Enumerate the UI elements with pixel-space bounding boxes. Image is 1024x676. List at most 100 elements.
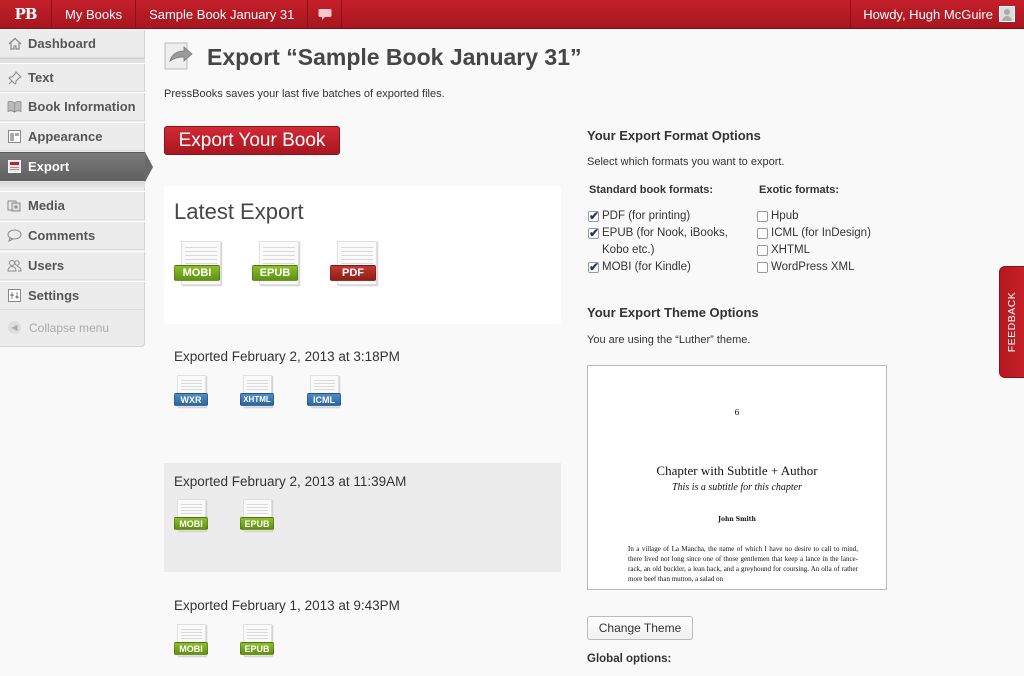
mobi-label: MOBI — [174, 642, 208, 655]
export-batch: Exported February 2, 2013 at 3:18PM WXR … — [164, 337, 561, 463]
wxr-download[interactable]: WXR — [174, 375, 208, 417]
checkbox-label: Hpub — [771, 210, 799, 222]
checkbox-label: XHTML — [771, 244, 810, 256]
preview-page-number: 6 — [734, 408, 740, 417]
mobi-label: MOBI — [174, 265, 220, 281]
mobi-label: MOBI — [174, 517, 208, 530]
preview-subtitle: This is a subtitle for this chapter — [671, 482, 802, 493]
exotic-formats-heading: Exotic formats: — [759, 184, 840, 196]
latest-export-panel: Latest Export MOBI EPUB PDF — [164, 186, 561, 324]
checkbox-checked[interactable] — [588, 225, 599, 242]
book-icon — [6, 99, 23, 114]
xhtml-label: XHTML — [240, 393, 274, 406]
export-date: Exported February 2, 2013 at 11:39AM — [174, 474, 407, 489]
epub-label: EPUB — [240, 642, 274, 655]
xhtml-download[interactable]: XHTML — [240, 375, 274, 417]
checkbox-unchecked[interactable] — [757, 262, 768, 273]
current-book-link[interactable]: Sample Book January 31 — [136, 0, 309, 28]
my-books-link[interactable]: My Books — [52, 0, 137, 28]
epub-label: EPUB — [240, 517, 274, 530]
admin-bar: PB My Books Sample Book January 31 Howdy… — [0, 0, 1024, 29]
user-account-menu[interactable]: Howdy, Hugh McGuire — [850, 0, 1024, 28]
users-icon — [6, 258, 23, 273]
sidebar-item-label: Dashboard — [28, 36, 96, 51]
preview-author: John Smith — [718, 516, 756, 523]
sidebar-item-label: Book Information — [28, 99, 136, 114]
mobi-format-checkbox[interactable]: MOBI (for Kindle) — [588, 259, 748, 276]
mobi-download[interactable]: MOBI — [174, 499, 208, 541]
pdf-download[interactable]: PDF — [330, 241, 377, 285]
xhtml-format-checkbox[interactable]: XHTML — [757, 242, 810, 259]
howdy-text: Howdy, Hugh McGuire — [863, 6, 993, 22]
sidebar-item-book-information[interactable]: Book Information — [0, 92, 145, 121]
checkbox-label: WordPress XML — [771, 261, 855, 273]
sidebar-item-label: Media — [28, 198, 65, 213]
sidebar-item-label: Settings — [28, 288, 80, 303]
pin-icon — [6, 70, 23, 85]
icml-download[interactable]: ICML — [307, 375, 341, 417]
checkbox-label: ICML (for InDesign) — [771, 227, 871, 239]
sidebar-item-comments[interactable]: Comments — [0, 221, 145, 250]
collapse-menu-label: Collapse menu — [29, 320, 110, 335]
pressbooks-logo[interactable]: PB — [0, 0, 52, 28]
sidebar-item-label: Text — [28, 70, 54, 85]
format-options-desc: Select which formats you want to export. — [587, 156, 785, 168]
home-icon — [6, 36, 23, 51]
sidebar-item-settings[interactable]: Settings — [0, 281, 145, 310]
epub-label: EPUB — [252, 265, 298, 281]
checkbox-label: MOBI (for Kindle) — [602, 261, 691, 273]
checkbox-label: PDF (for printing) — [602, 210, 691, 222]
epub-download[interactable]: EPUB — [240, 624, 274, 666]
epub-download[interactable]: EPUB — [252, 241, 299, 285]
export-icon — [6, 159, 23, 174]
pdf-label: PDF — [330, 265, 376, 281]
preview-body-text: In a village of La Mancha, the name of w… — [628, 545, 858, 583]
settings-icon — [6, 288, 23, 303]
layout-icon — [6, 129, 23, 144]
comment-icon — [6, 228, 23, 243]
format-options-heading: Your Export Format Options — [587, 128, 761, 143]
media-icon — [6, 198, 23, 213]
theme-preview: 6 Chapter with Subtitle + Author This is… — [587, 365, 887, 590]
mobi-download[interactable]: MOBI — [174, 241, 221, 285]
epub-format-checkbox[interactable]: EPUB (for Nook, iBooks, Kobo etc.) — [588, 225, 748, 259]
export-batch: Exported February 1, 2013 at 9:43PM MOBI… — [164, 585, 561, 676]
checkbox-label: EPUB (for Nook, iBooks, Kobo etc.) — [602, 227, 728, 256]
feedback-tab[interactable]: FEEDBACK — [999, 266, 1024, 378]
checkbox-unchecked[interactable] — [757, 211, 768, 222]
page-intro: PressBooks saves your last five batches … — [164, 88, 445, 100]
sidebar-item-label: Users — [28, 258, 65, 273]
icml-label: ICML — [307, 393, 341, 406]
icml-format-checkbox[interactable]: ICML (for InDesign) — [757, 225, 871, 242]
sidebar-item-label: Comments — [28, 228, 96, 243]
export-your-book-button[interactable]: Export Your Book — [164, 126, 340, 155]
standard-formats-heading: Standard book formats: — [589, 184, 714, 196]
sidebar-item-users[interactable]: Users — [0, 251, 145, 280]
speech-bubble-icon[interactable] — [308, 0, 343, 28]
sidebar-item-appearance[interactable]: Appearance — [0, 122, 145, 151]
epub-download[interactable]: EPUB — [240, 499, 274, 541]
export-date: Exported February 1, 2013 at 9:43PM — [174, 598, 400, 613]
hpub-format-checkbox[interactable]: Hpub — [757, 208, 799, 225]
pdf-format-checkbox[interactable]: PDF (for printing) — [588, 208, 748, 225]
checkbox-checked[interactable] — [588, 259, 599, 276]
sidebar-item-dashboard[interactable]: Dashboard — [0, 29, 145, 58]
wxr-label: WXR — [174, 393, 208, 406]
checkbox-unchecked[interactable] — [757, 245, 768, 256]
sidebar-item-text[interactable]: Text — [0, 63, 145, 92]
mobi-download[interactable]: MOBI — [174, 624, 208, 666]
theme-options-desc: You are using the “Luther” theme. — [587, 334, 751, 346]
export-date: Exported February 2, 2013 at 3:18PM — [174, 349, 400, 364]
change-theme-button[interactable]: Change Theme — [587, 616, 693, 640]
sidebar-item-media[interactable]: Media — [0, 191, 145, 220]
feedback-label: FEEDBACK — [1006, 291, 1018, 353]
collapse-arrow-icon: ◀ — [8, 321, 21, 334]
avatar — [999, 6, 1015, 22]
sidebar-item-export[interactable]: Export — [0, 152, 153, 182]
collapse-menu-button[interactable]: ◀ Collapse menu — [0, 313, 145, 342]
checkbox-checked[interactable] — [588, 208, 599, 225]
wordpress-xml-format-checkbox[interactable]: WordPress XML — [757, 259, 855, 276]
sidebar-item-label: Appearance — [28, 129, 103, 144]
admin-sidebar: Dashboard Text Book Information Appearan… — [0, 29, 153, 347]
checkbox-unchecked[interactable] — [757, 228, 768, 239]
